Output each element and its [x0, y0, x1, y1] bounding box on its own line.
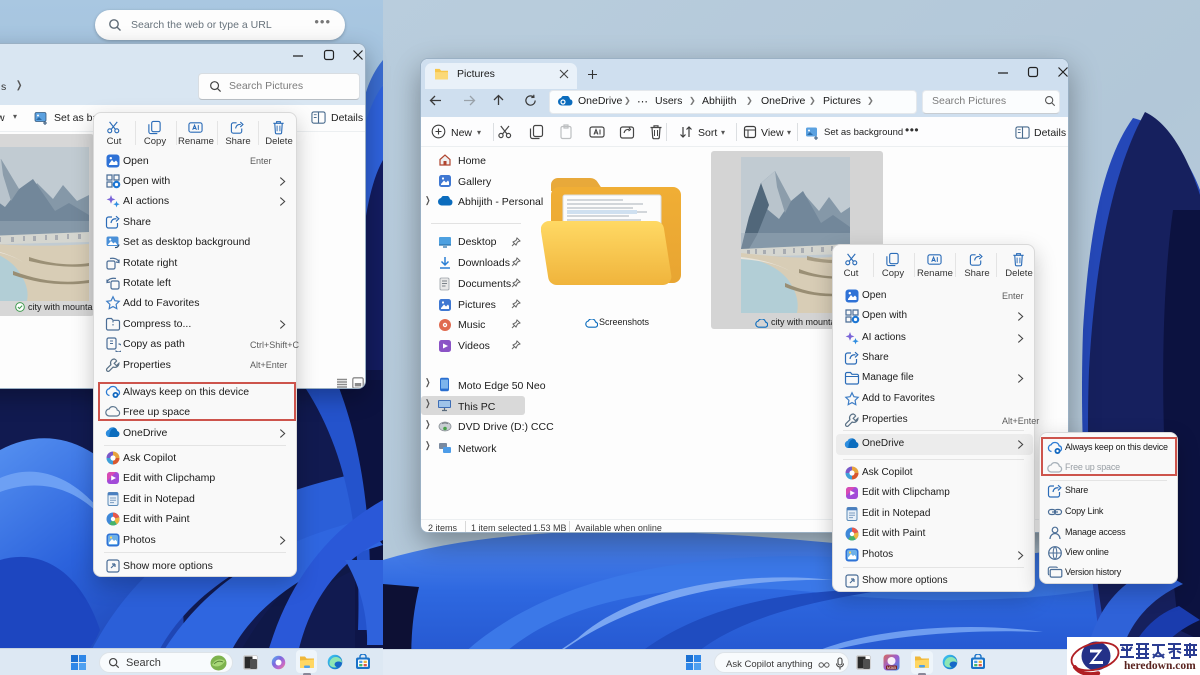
svg-text:M365: M365: [887, 666, 896, 670]
